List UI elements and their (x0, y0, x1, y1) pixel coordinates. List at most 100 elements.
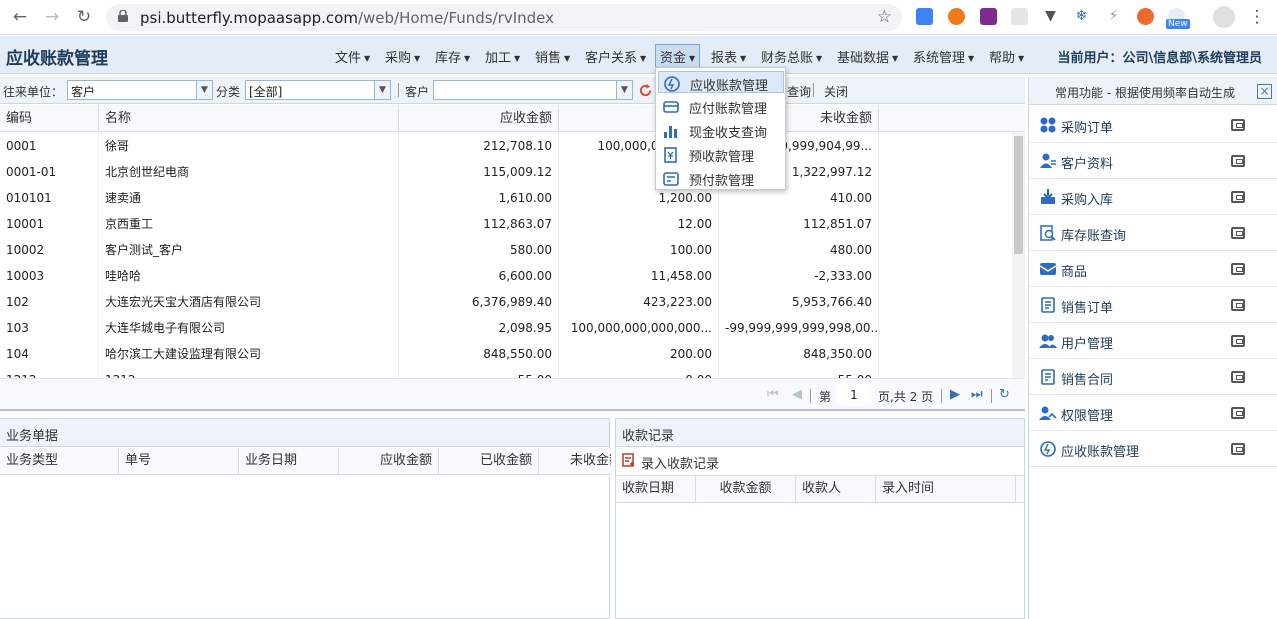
prev-page-icon[interactable]: ◀ (792, 387, 802, 402)
column-header-code[interactable]: 编码 (0, 105, 99, 132)
extension-icon[interactable] (980, 8, 997, 25)
table-row[interactable]: 10003 哇哈哈 6,600.00 11,458.00 -2,333.00 (0, 263, 1012, 289)
column-header[interactable]: 单号 (119, 448, 239, 474)
dropdown-item[interactable]: 现金收支查询 (658, 119, 784, 141)
browser-menu-icon[interactable]: ⋮ (1246, 6, 1268, 28)
open-window-icon[interactable] (1231, 155, 1245, 167)
add-record-icon[interactable] (622, 453, 636, 467)
sidebar-item[interactable]: 库存账查询 (1029, 215, 1277, 251)
next-page-icon[interactable]: ▶ (950, 387, 960, 402)
column-header[interactable]: 业务日期 (239, 448, 339, 474)
back-arrow-icon[interactable]: ← (9, 6, 31, 28)
menu-help[interactable]: 帮助 ▼ (989, 47, 1024, 66)
menu-file[interactable]: 文件 ▼ (335, 47, 370, 66)
table-row[interactable]: 104 哈尔滨工大建设监理有限公司 848,550.00 200.00 848,350.… (0, 341, 1012, 367)
open-window-icon[interactable] (1231, 227, 1245, 239)
caret-down-icon: ▼ (640, 54, 647, 63)
table-row[interactable]: 0001-01 北京创世纪电商 115,009.12 1,322,997.12 (0, 159, 1012, 185)
profile-avatar[interactable] (1213, 6, 1235, 28)
menu-purchase[interactable]: 采购 ▼ (385, 47, 420, 66)
sidebar-item[interactable]: 权限管理 (1029, 395, 1277, 431)
menu-basic-data[interactable]: 基础数据 ▼ (837, 47, 898, 66)
sidebar-item[interactable]: 商品 (1029, 251, 1277, 287)
column-header[interactable]: 已收金额 (439, 448, 539, 474)
cell-name: 大连华城电子有限公司 (99, 315, 399, 341)
sidebar-item[interactable]: 采购入库 (1029, 179, 1277, 215)
column-header[interactable]: 收款人 (796, 476, 876, 502)
bookmark-star-icon[interactable]: ☆ (877, 7, 892, 27)
menu-system[interactable]: 系统管理 ▼ (913, 47, 974, 66)
extension-icon[interactable]: ❄ (1073, 8, 1090, 25)
menu-sales[interactable]: 销售 ▼ (535, 47, 570, 66)
page-number-input[interactable]: 1 (837, 384, 871, 406)
dropdown-item[interactable]: 应付账款管理 (658, 95, 784, 117)
close-icon[interactable]: × (1257, 84, 1272, 99)
address-bar[interactable]: psi.butterfly.mopaasapp.com/web/Home/Fun… (106, 4, 902, 31)
first-page-icon[interactable]: ⏮ (767, 387, 779, 402)
column-header[interactable]: 收款金额 (696, 476, 796, 502)
add-receipt-button[interactable]: 录入收款记录 (641, 453, 719, 472)
open-window-icon[interactable] (1231, 191, 1245, 203)
sidebar-item[interactable]: 采购订单 (1029, 107, 1277, 143)
extension-icon[interactable] (948, 8, 965, 25)
close-button[interactable]: 关闭 (824, 83, 848, 100)
menu-reports[interactable]: 报表 ▼ (711, 47, 746, 66)
sidebar-item[interactable]: 用户管理 (1029, 323, 1277, 359)
open-window-icon[interactable] (1231, 407, 1245, 419)
reload-icon[interactable]: ↻ (73, 6, 95, 28)
extension-icon[interactable] (1011, 8, 1028, 25)
menu-funds[interactable]: 资金 ▼ (655, 44, 701, 69)
cell-name: 客户测试_客户 (99, 237, 399, 263)
column-header-name[interactable]: 名称 (99, 105, 399, 132)
column-header-due[interactable]: 应收金额 (399, 105, 559, 132)
sidebar-item[interactable]: 客户资料 (1029, 143, 1277, 179)
pager-refresh-icon[interactable]: ↻ (999, 387, 1010, 402)
extension-icon[interactable]: ⚡ (1105, 8, 1122, 25)
menu-processing[interactable]: 加工 ▼ (485, 47, 520, 66)
refresh-icon[interactable] (638, 83, 653, 98)
table-row[interactable]: 103 大连华城电子有限公司 2,098.95 100,000,000,000,000… (0, 315, 1012, 341)
category-select[interactable]: [全部] ▼ (245, 80, 391, 100)
open-window-icon[interactable] (1231, 371, 1245, 383)
table-row[interactable]: 10001 京西重工 112,863.07 12.00 112,851.07 (0, 211, 1012, 237)
table-row[interactable]: 1212121255.000.0055.00 (0, 367, 1012, 378)
customer-select[interactable]: ▼ (433, 80, 633, 100)
menu-inventory[interactable]: 库存 ▼ (435, 47, 470, 66)
column-header[interactable]: 应收金额 (339, 448, 439, 474)
vertical-scrollbar[interactable] (1012, 132, 1025, 378)
cell-unpaid: 480.00 (719, 237, 879, 263)
sidebar-item[interactable]: 销售订单 (1029, 287, 1277, 323)
column-header[interactable]: 业务类型 (0, 448, 119, 474)
column-header[interactable]: 录入时间 (876, 476, 1016, 502)
open-window-icon[interactable] (1231, 299, 1245, 311)
last-page-icon[interactable]: ⏭ (971, 387, 983, 402)
open-window-icon[interactable] (1231, 335, 1245, 347)
chevron-down-icon[interactable]: ▼ (374, 81, 390, 99)
chevron-down-icon[interactable]: ▼ (196, 81, 212, 99)
table-row[interactable]: 0001徐哥212,708.10100,000,000,000...-99,99… (0, 133, 1012, 159)
open-window-icon[interactable] (1231, 443, 1245, 455)
sidebar-item[interactable]: 销售合同 (1029, 359, 1277, 395)
chevron-down-icon[interactable]: ▼ (616, 81, 632, 99)
open-window-icon[interactable] (1231, 119, 1245, 131)
open-window-icon[interactable] (1231, 263, 1245, 275)
dropdown-item[interactable]: 预付款管理 (658, 167, 784, 189)
forward-arrow-icon[interactable]: → (41, 6, 63, 28)
query-button[interactable]: 查询 (787, 83, 811, 100)
menu-crm[interactable]: 客户关系 ▼ (585, 47, 646, 66)
column-header[interactable]: 收款日期 (616, 476, 696, 502)
extension-icon[interactable] (1137, 8, 1154, 25)
scrollbar-thumb[interactable] (1014, 136, 1023, 254)
unit-select[interactable]: 客户 ▼ (67, 80, 213, 100)
table-row[interactable]: 102 大连宏光天宝大酒店有限公司 6,376,989.40 423,223.00 5,… (0, 289, 1012, 315)
extension-icon[interactable]: ▼ (1042, 8, 1059, 25)
dropdown-item[interactable]: 应收账款管理 (658, 71, 784, 94)
menu-ledger[interactable]: 财务总账 ▼ (761, 47, 822, 66)
column-header[interactable]: 未收金额 (564, 448, 611, 474)
sidebar-item[interactable]: 应收账款管理 (1029, 431, 1277, 467)
unit-label: 往来单位： (3, 85, 64, 99)
extension-icon[interactable] (916, 8, 933, 25)
table-row[interactable]: 010101 速卖通 1,610.00 1,200.00 410.00 (0, 185, 1012, 211)
dropdown-item[interactable]: 预收款管理 (658, 143, 784, 165)
table-row[interactable]: 10002 客户测试_客户 580.00 100.00 480.00 (0, 237, 1012, 263)
